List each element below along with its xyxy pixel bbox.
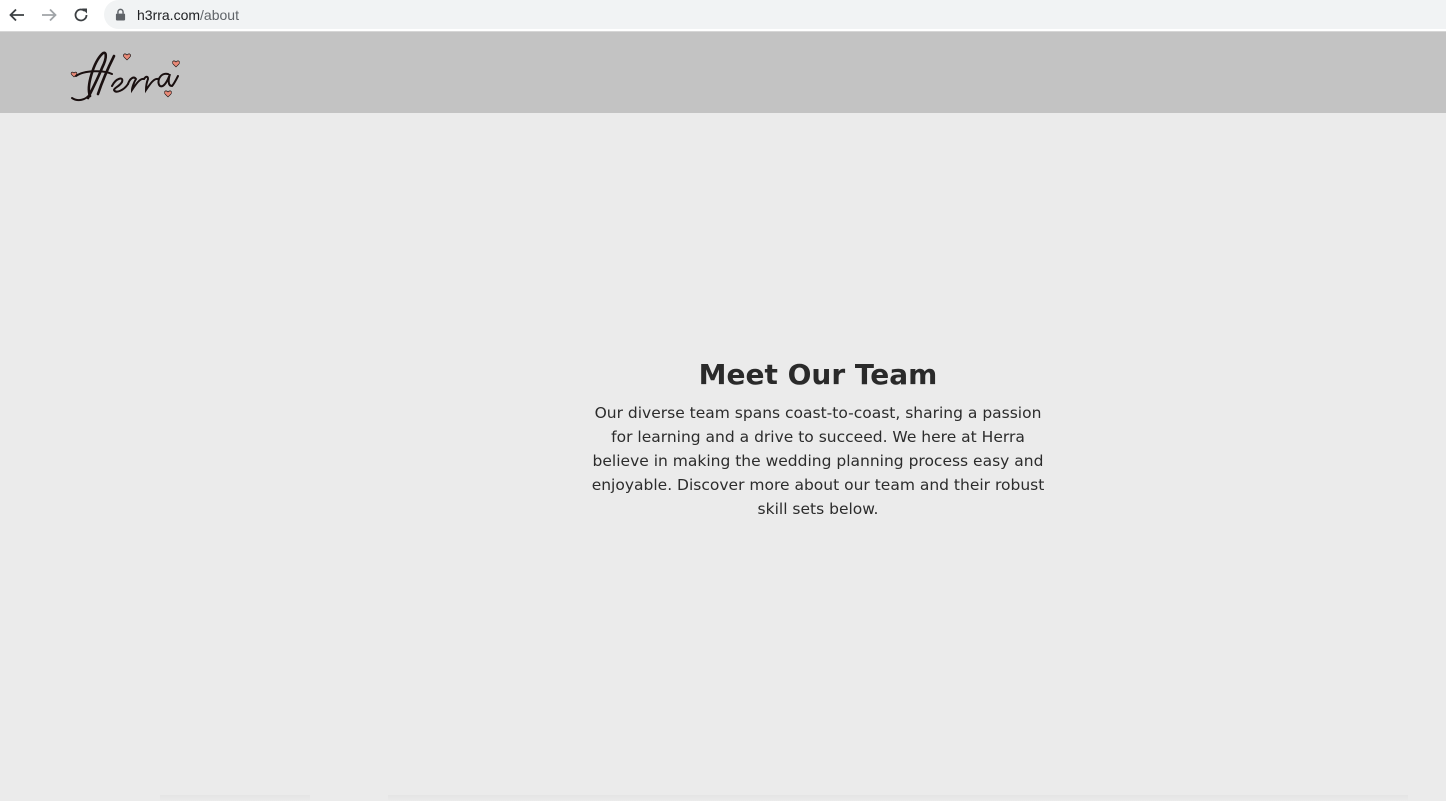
url-host: h3rra.com (137, 6, 201, 23)
lock-icon[interactable] (115, 8, 127, 22)
card-edge (160, 795, 310, 801)
arrow-left-icon (9, 8, 24, 22)
card-edge (388, 795, 1408, 801)
forward-button[interactable] (37, 3, 61, 27)
arrow-right-icon (42, 8, 57, 22)
team-description: Our diverse team spans coast-to-coast, s… (591, 404, 1045, 518)
address-bar[interactable]: h3rra.com/about (104, 0, 1446, 29)
url-path: /about (200, 6, 239, 23)
main-content: Meet Our Team Our diverse team spans coa… (0, 113, 1446, 801)
browser-toolbar: h3rra.com/about (0, 0, 1446, 32)
back-button[interactable] (5, 3, 29, 27)
site-header (0, 32, 1446, 113)
reload-icon (74, 8, 88, 22)
url-text[interactable]: h3rra.com/about (137, 7, 239, 23)
herra-logo[interactable] (68, 46, 183, 104)
reload-button[interactable] (69, 3, 93, 27)
team-intro-section: Meet Our Team Our diverse team spans coa… (568, 357, 1068, 521)
page-title: Meet Our Team (698, 358, 938, 391)
